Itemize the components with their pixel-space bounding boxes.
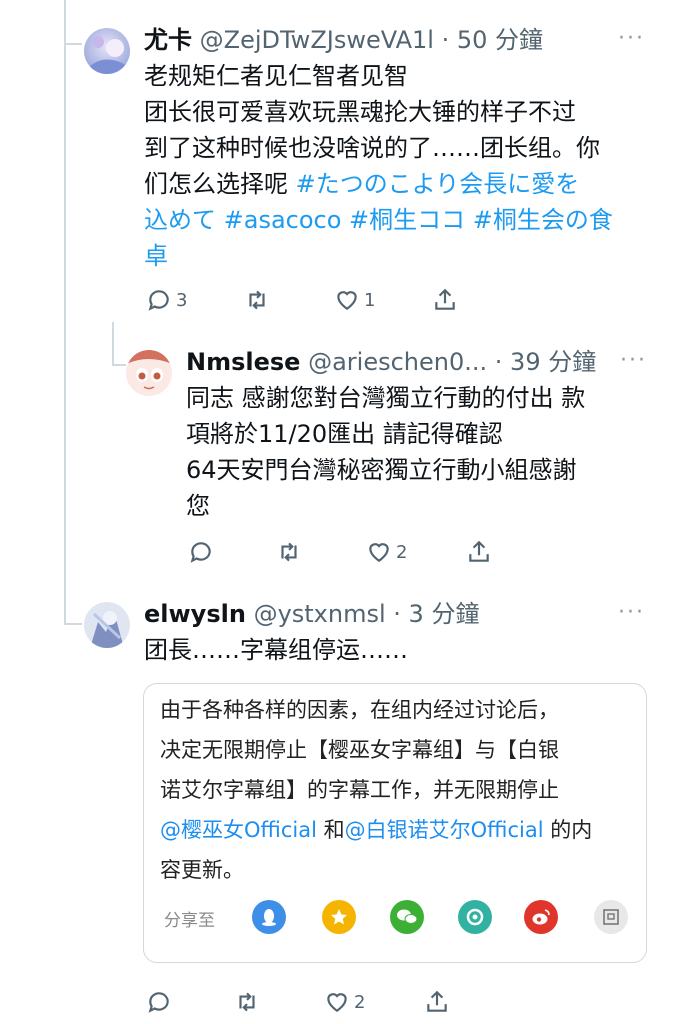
display-name[interactable]: 尤卡 [144, 26, 192, 54]
tweet-actions: 3 1 [146, 284, 466, 316]
like-button[interactable]: 1 [334, 284, 375, 316]
share-row: 分享至 [162, 898, 632, 938]
moments-icon[interactable] [458, 900, 492, 934]
qq-icon[interactable] [252, 900, 286, 934]
share-button[interactable] [466, 536, 492, 568]
reply-count: 3 [176, 289, 188, 311]
share-icon [469, 540, 489, 562]
tweet-header: 尤卡 @ZejDTwZJsweVA1l · 50 分鐘 [144, 24, 543, 56]
like-button[interactable]: 2 [324, 986, 365, 1018]
tweet-header: Nmslese @arieschen0... · 39 分鐘 [186, 346, 596, 378]
reply-icon [148, 992, 169, 1013]
retweet-icon [281, 542, 297, 562]
hashtag-links[interactable]: 込めて #asacoco #桐生ココ #桐生会の食 [144, 202, 664, 238]
retweet-button[interactable] [234, 986, 260, 1018]
share-button[interactable] [432, 284, 458, 316]
text-segment: 的内 [543, 818, 593, 842]
text-line: 項將於11/20匯出 請記得確認 [186, 420, 503, 448]
share-button[interactable] [424, 986, 450, 1018]
share-label: 分享至 [164, 911, 215, 931]
reply-button[interactable] [146, 986, 172, 1018]
avatar[interactable] [126, 350, 172, 396]
wechat-icon[interactable] [390, 900, 424, 934]
text-line: 64天安門台灣秘密獨立行動小組感謝 [186, 456, 577, 484]
avatar[interactable] [84, 602, 130, 648]
reply-icon [190, 542, 211, 563]
reply-icon [148, 290, 169, 311]
weibo-icon[interactable] [524, 900, 558, 934]
user-handle[interactable]: @arieschen0... [308, 348, 487, 376]
heart-icon [369, 543, 389, 562]
douban-icon[interactable] [594, 900, 628, 934]
tweet-text: 同志 感謝您對台灣獨立行動的付出 款 項將於11/20匯出 請記得確認 64天安… [186, 380, 656, 524]
reply-button[interactable]: 3 [146, 284, 187, 316]
tweet-2[interactable]: Nmslese @arieschen0... · 39 分鐘 ··· 同志 感謝… [0, 340, 688, 590]
display-name[interactable]: Nmslese [186, 348, 300, 376]
text-segment: 和 [316, 818, 345, 842]
like-count: 2 [396, 541, 408, 563]
mention-link[interactable]: @白银诺艾尔Official [345, 818, 544, 842]
embedded-card[interactable]: 由于各种各样的因素，在组内经过讨论后， 决定无限期停止【樱巫女字幕组】与【白银 … [143, 683, 647, 963]
card-line: 诺艾尔字幕组】的字幕工作，并无限期停止 [160, 778, 559, 802]
retweet-icon [249, 290, 265, 310]
card-line: 容更新。 [160, 858, 244, 882]
share-icon [427, 990, 447, 1012]
share-icon [435, 288, 455, 310]
text-line: 团長……字幕组停运…… [144, 636, 408, 664]
heart-icon [337, 291, 357, 310]
text-line: 同志 感謝您對台灣獨立行動的付出 款 [186, 384, 586, 412]
card-line: 决定无限期停止【樱巫女字幕组】与【白银 [160, 738, 559, 762]
card-text: 由于各种各样的因素，在组内经过讨论后， 决定无限期停止【樱巫女字幕组】与【白银 … [160, 690, 640, 890]
heart-icon [327, 993, 347, 1012]
card-line: @樱巫女Official 和@白银诺艾尔Official 的内 [160, 810, 640, 850]
reply-button[interactable] [188, 536, 214, 568]
retweet-button[interactable] [276, 536, 302, 568]
more-options-icon[interactable]: ··· [620, 348, 647, 373]
like-count: 1 [364, 289, 376, 311]
timestamp[interactable]: · 3 分鐘 [393, 600, 479, 628]
text-line: 老规矩仁者见仁智者见智 [144, 62, 408, 90]
tweet-text: 团長……字幕组停运…… [144, 632, 664, 668]
text-line: 到了这种时候也没啥说的了……团长组。你 [144, 134, 600, 162]
text-segment: 们怎么选择呢 [144, 170, 296, 198]
mention-link[interactable]: @樱巫女Official [160, 818, 317, 842]
more-options-icon[interactable]: ··· [618, 26, 645, 51]
display-name[interactable]: elwysln [144, 600, 246, 628]
tweet-actions: 2 [188, 536, 508, 568]
retweet-button[interactable] [244, 284, 270, 316]
timestamp[interactable]: · 39 分鐘 [495, 348, 596, 376]
text-line: 您 [186, 492, 210, 520]
tweet-header: elwysln @ystxnmsl · 3 分鐘 [144, 598, 479, 630]
card-line: 由于各种各样的因素，在组内经过讨论后， [160, 698, 559, 722]
retweet-icon [239, 992, 255, 1012]
tweet-text: 老规矩仁者见仁智者见智 团长很可爱喜欢玩黑魂抡大锤的样子不过 到了这种时候也没啥… [144, 58, 664, 274]
more-options-icon[interactable]: ··· [618, 600, 645, 625]
user-handle[interactable]: @ystxnmsl [254, 600, 386, 628]
tweet-actions: 2 [146, 986, 466, 1018]
like-button[interactable]: 2 [366, 536, 407, 568]
text-line: 们怎么选择呢 #たつのこより会長に愛を [144, 166, 664, 202]
text-line: 团长很可爱喜欢玩黑魂抡大锤的样子不过 [144, 98, 576, 126]
hashtag-link[interactable]: 卓 [144, 238, 664, 274]
avatar[interactable] [84, 28, 130, 74]
timestamp[interactable]: · 50 分鐘 [442, 26, 543, 54]
qzone-icon[interactable] [322, 900, 356, 934]
hashtag-link[interactable]: #たつのこより会長に愛を [296, 170, 580, 198]
tweet-3[interactable]: elwysln @ystxnmsl · 3 分鐘 ··· 团長……字幕组停运……… [0, 596, 688, 1024]
user-handle[interactable]: @ZejDTwZJsweVA1l [200, 26, 434, 54]
like-count: 2 [354, 991, 366, 1013]
tweet-1[interactable]: 尤卡 @ZejDTwZJsweVA1l · 50 分鐘 ··· 老规矩仁者见仁智… [0, 0, 688, 330]
